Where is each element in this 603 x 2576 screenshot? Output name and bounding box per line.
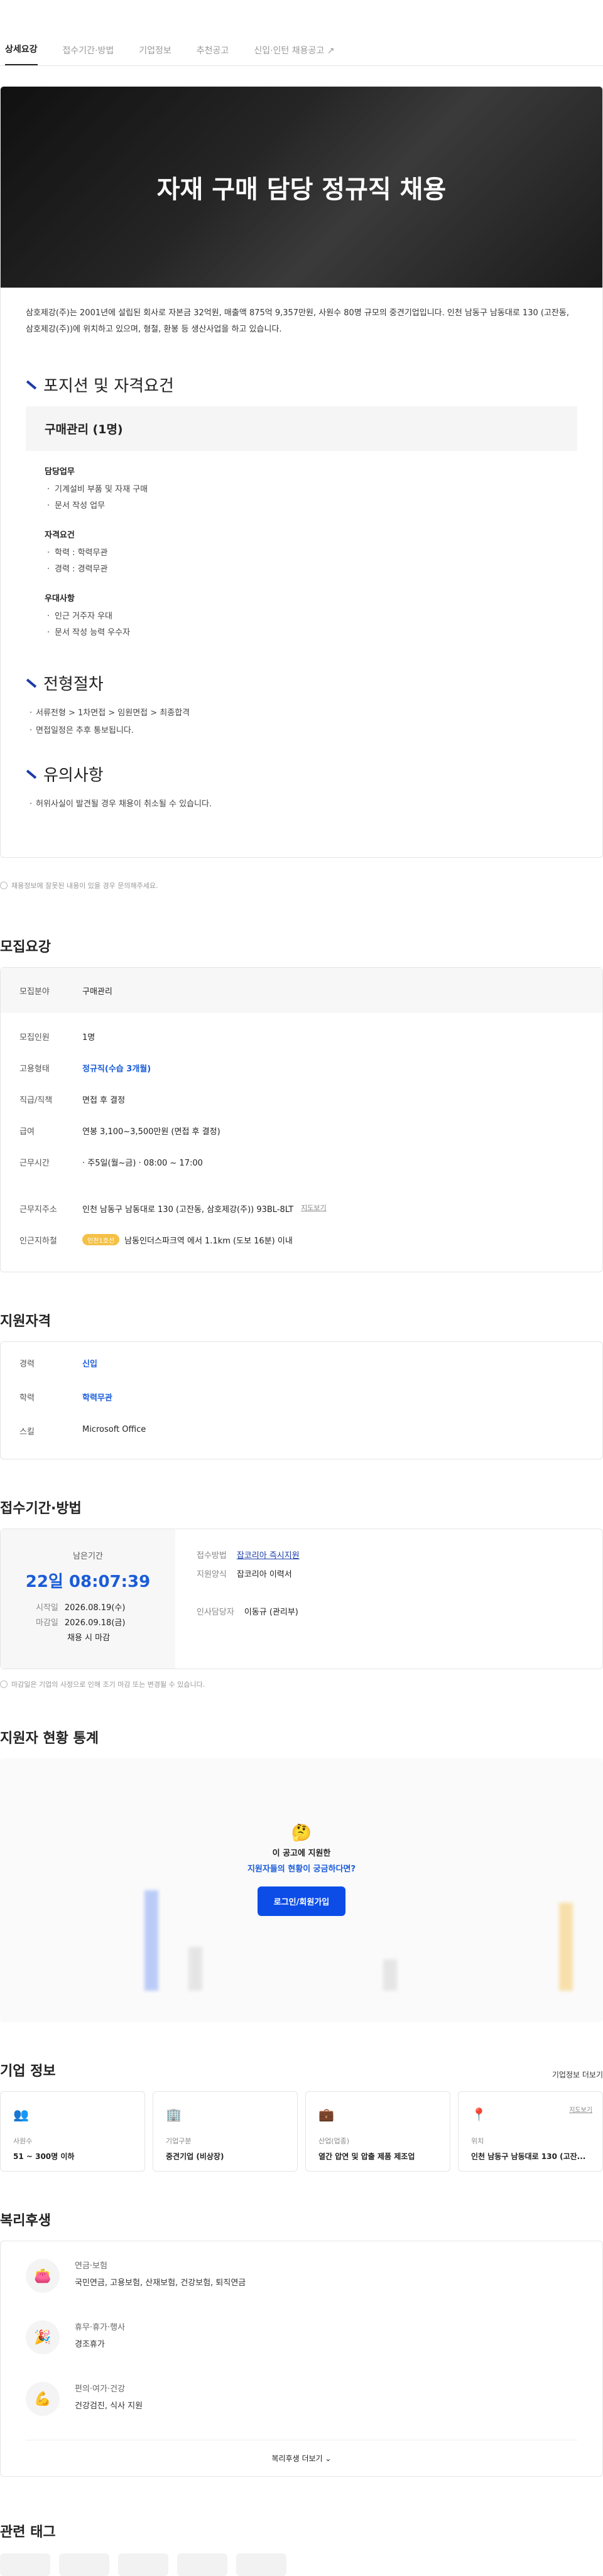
- recruit-row: 모집분야 구매관리: [1, 968, 602, 1013]
- process-list: 서류전형 > 1차면접 > 임원면접 > 최종합격 면접일정은 추후 통보됩니다…: [1, 705, 602, 740]
- recruit-heading: 모집요강: [0, 939, 51, 955]
- info-icon: [0, 1680, 8, 1688]
- position-heading: 포지션 및 자격요건: [1, 355, 602, 406]
- caution-list: 허위사실이 발견될 경우 채용이 취소될 수 있습니다.: [1, 796, 602, 857]
- tab-bar: 상세요강 접수기간·방법 기업정보 추천공고 신입·인턴 채용공고 ↗: [0, 0, 603, 66]
- welfare-more-button[interactable]: 복리후생 더보기 ⌄: [26, 2440, 577, 2476]
- tab-detail[interactable]: 상세요강: [5, 43, 38, 65]
- tags-heading: 관련 태그: [0, 2525, 56, 2540]
- welfare-card: 👛 연금·보험 국민연금, 고용보험, 산재보험, 건강보험, 퇴직연금 🎉 휴무·휴…: [0, 2241, 603, 2477]
- welfare-item: 👛 연금·보험 국민연금, 고용보험, 산재보험, 건강보험, 퇴직연금: [1, 2245, 602, 2307]
- slash-icon: [26, 380, 37, 389]
- tag-chip[interactable]: [118, 2553, 168, 2576]
- blur-bar: [383, 1959, 397, 1991]
- slash-icon: [26, 769, 37, 779]
- stats-heading: 지원자 현황 통계: [0, 1731, 99, 1746]
- apply-methods: 접수방법 잡코리아 즉시지원 지원양식 잡코리아 이력서 인사담당자 이동규 (관리부…: [197, 1551, 300, 1617]
- tag-chip[interactable]: [236, 2553, 286, 2576]
- muscle-icon: 💪: [26, 2382, 60, 2416]
- thinking-face-icon: 🤔: [291, 1824, 312, 1843]
- blur-bar: [188, 1947, 202, 1991]
- qual-row: 스킬 Microsoft Office: [19, 1425, 146, 1437]
- subway-badge: 인천1호선: [82, 1234, 120, 1245]
- welfare-item: 💪 편의·여가·건강 건강검진, 식사 지원: [1, 2368, 602, 2430]
- tag-chip[interactable]: [177, 2553, 227, 2576]
- qual-row: 경력 신입: [19, 1360, 97, 1369]
- apply-heading: 접수기간·방법: [0, 1501, 82, 1517]
- tag-chip[interactable]: [0, 2553, 50, 2576]
- company-map-link[interactable]: 지도보기: [569, 2104, 592, 2114]
- qualification-card: 경력 신입 학력 학력무관 스킬 Microsoft Office: [0, 1341, 603, 1459]
- remain-panel: 남은기간 22일 08:07:39 시작일 2026.08.19(수) 마감일 20…: [1, 1529, 175, 1669]
- people-icon: 👥: [13, 2107, 29, 2122]
- hero-banner: 자재 구매 담당 정규직 채용: [1, 87, 602, 288]
- slash-icon: [26, 678, 37, 688]
- tab-recommend[interactable]: 추천공고: [197, 44, 229, 65]
- recruit-row: 모집인원 1명: [19, 1033, 95, 1042]
- welfare-heading: 복리후생: [0, 2213, 51, 2229]
- company-card: 📍 지도보기 위치 인천 남동구 남동대로 130 (고잔...: [458, 2091, 603, 2172]
- company-card: 🏢 기업구분 중견기업 (비상장): [153, 2091, 298, 2172]
- recruit-row: 급여 연봉 3,100~3,500만원 (면접 후 결정): [19, 1127, 220, 1137]
- company-more-link[interactable]: 기업정보 더보기: [552, 2069, 603, 2080]
- info-icon: [0, 882, 8, 889]
- qualification-heading: 지원자격: [0, 1314, 51, 1329]
- stats-panel: 🤔 이 공고에 지원한 지원자들의 현황이 궁금하다면? 로그인/회원가입: [0, 1758, 603, 2022]
- company-card: 💼 산업(업종) 열간 압연 및 압출 제품 제조업: [305, 2091, 450, 2172]
- chevron-down-icon: ⌄: [322, 2454, 332, 2463]
- tag-list: [0, 2547, 603, 2576]
- recruit-row: 근무시간 · 주5일(월~금) · 08:00 ~ 17:00: [19, 1159, 203, 1168]
- process-heading: 전형절차: [1, 641, 602, 705]
- tab-newbie[interactable]: 신입·인턴 채용공고 ↗: [254, 44, 334, 65]
- company-cards: 👥 사원수 51 ~ 300명 이하 🏢 기업구분 중견기업 (비상장) 💼 산업(업종)…: [0, 2091, 603, 2172]
- company-card: 👥 사원수 51 ~ 300명 이하: [0, 2091, 145, 2172]
- tab-company[interactable]: 기업정보: [139, 44, 171, 65]
- party-icon: 🎉: [26, 2320, 60, 2354]
- report-notice: 채용정보에 잘못된 내용이 있을 경우 문의해주세요.: [0, 858, 603, 890]
- tab-apply[interactable]: 접수기간·방법: [63, 44, 114, 65]
- job-detail: 자재 구매 담당 정규직 채용 삼호제강(주)는 2001년에 설립된 회사로 …: [0, 86, 603, 858]
- position-title: 구매관리 (1명): [26, 406, 577, 451]
- apply-card: 남은기간 22일 08:07:39 시작일 2026.08.19(수) 마감일 20…: [0, 1529, 603, 1669]
- recruit-row: 고용형태 정규직(수습 3개월): [19, 1064, 151, 1074]
- remain-countdown: 22일 08:07:39: [25, 1572, 151, 1591]
- caution-heading: 유의사항: [1, 740, 602, 796]
- preference-section: 우대사항 인근 거주자 우대문서 작성 능력 우수자: [1, 578, 602, 641]
- welfare-item: 🎉 휴무·휴가·행사 경조휴가: [1, 2307, 602, 2368]
- building-icon: 🏢: [166, 2107, 182, 2122]
- recruit-row: 직급/직책 면접 후 결정: [19, 1096, 126, 1105]
- apply-footnote: 마감일은 기업의 사정으로 인해 조기 마감 또는 변경될 수 있습니다.: [0, 1669, 603, 1689]
- wallet-icon: 👛: [26, 2259, 60, 2293]
- login-button[interactable]: 로그인/회원가입: [257, 1886, 346, 1916]
- briefcase-icon: 💼: [318, 2107, 334, 2122]
- recruit-card: 모집분야 구매관리 모집인원 1명 고용형태 정규직(수습 3개월) 직급/직책 면접 …: [0, 967, 603, 1272]
- company-intro: 삼호제강(주)는 2001년에 설립된 회사로 자본금 32억원, 매출액 87…: [26, 308, 569, 334]
- duties-section: 담당업무 기계설비 부품 및 자재 구매문서 작성 업무: [1, 451, 602, 514]
- tag-chip[interactable]: [59, 2553, 109, 2576]
- blur-bar: [559, 1903, 573, 1991]
- requirements-section: 자격요건 학력 : 학력무관경력 : 경력무관: [1, 514, 602, 578]
- company-heading: 기업 정보: [0, 2064, 56, 2079]
- map-link[interactable]: 지도보기: [301, 1203, 326, 1234]
- hero-title: 자재 구매 담당 정규직 채용: [156, 175, 447, 204]
- recruit-row: 근무지주소 인천 남동구 남동대로 130 (고잔동, 삼호제강(주)) 93BL…: [1, 1203, 602, 1234]
- recruit-row: 인근지하철 인천1호선 남동인더스파크역 에서 1.1km (도보 16분) 이…: [1, 1234, 602, 1259]
- qual-row: 학력 학력무관: [19, 1394, 112, 1403]
- apply-method-link[interactable]: 잡코리아 즉시지원: [237, 1551, 300, 1561]
- stats-login-prompt: 🤔 이 공고에 지원한 지원자들의 현황이 궁금하다면? 로그인/회원가입: [0, 1824, 603, 1916]
